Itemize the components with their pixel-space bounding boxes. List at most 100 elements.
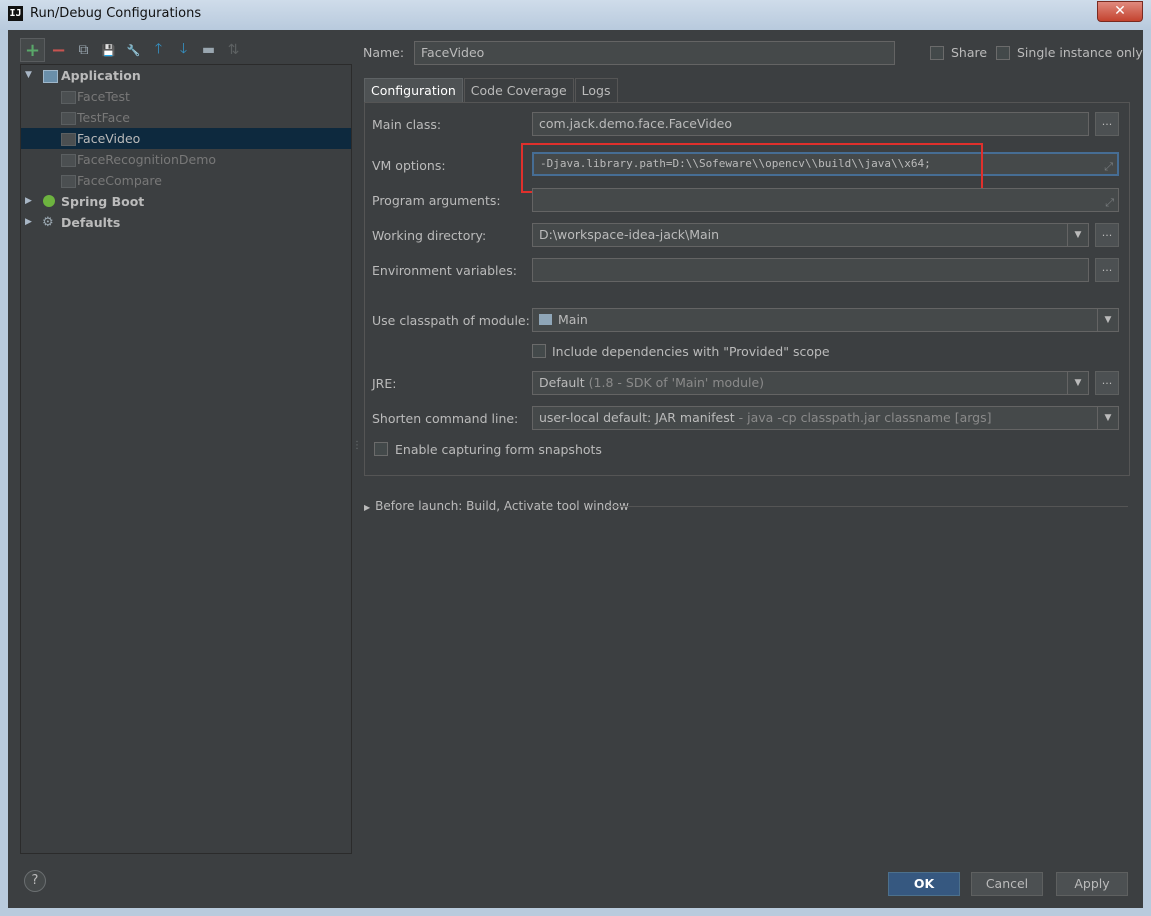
tab-configuration[interactable]: Configuration — [364, 78, 463, 103]
tree-node-label: Defaults — [61, 215, 121, 230]
jre-browse-button[interactable]: ... — [1095, 371, 1119, 395]
tree-node-defaults[interactable]: ▶ ⚙ Defaults — [21, 212, 351, 233]
tab-logs[interactable]: Logs — [574, 78, 618, 103]
program-arguments-field[interactable]: ⤢ — [532, 188, 1119, 212]
name-label: Name: — [363, 45, 405, 60]
sort-icon[interactable]: ⇅ — [222, 39, 245, 61]
shorten-command-line-label: Shorten command line: — [372, 411, 519, 426]
window-frame-left — [0, 30, 8, 916]
config-tabs: Configuration Code Coverage Logs — [364, 78, 619, 103]
jre-value: Default — [539, 375, 585, 390]
title-bar: IJ Run/Debug Configurations ✕ — [0, 0, 1151, 30]
jre-dropdown[interactable]: Default (1.8 - SDK of 'Main' module) ▼ — [532, 371, 1089, 395]
chevron-down-icon[interactable]: ▼ — [1067, 224, 1088, 246]
program-arguments-label: Program arguments: — [372, 193, 501, 208]
tree-item-facerecognitiondemo[interactable]: FaceRecognitionDemo — [21, 149, 351, 170]
tree-item-facetest[interactable]: FaceTest — [21, 86, 351, 107]
tree-node-label: Application — [61, 68, 141, 83]
tree-node-spring-boot[interactable]: ▶ Spring Boot — [21, 191, 351, 212]
shorten-command-line-value: user-local default: JAR manifest — [539, 410, 735, 425]
jre-hint: (1.8 - SDK of 'Main' module) — [588, 375, 765, 390]
tree-item-label: FaceCompare — [77, 173, 162, 188]
apply-button[interactable]: Apply — [1056, 872, 1128, 896]
environment-variables-browse-button[interactable]: ... — [1095, 258, 1119, 282]
add-icon[interactable]: + — [20, 38, 45, 62]
folder-icon[interactable]: ▬ — [197, 39, 220, 61]
config-icon — [61, 154, 76, 167]
window-frame-bottom — [0, 908, 1151, 916]
tree-item-facecompare[interactable]: FaceCompare — [21, 170, 351, 191]
cancel-button[interactable]: Cancel — [971, 872, 1043, 896]
shorten-command-line-hint: - java -cp classpath.jar classname [args… — [734, 410, 992, 425]
collapsed-arrow-icon[interactable]: ▶ — [364, 503, 370, 512]
include-provided-label: Include dependencies with "Provided" sco… — [552, 344, 830, 359]
vm-options-label: VM options: — [372, 158, 446, 173]
tree-item-facevideo[interactable]: FaceVideo — [21, 128, 351, 149]
ok-button[interactable]: OK — [888, 872, 960, 896]
help-button[interactable]: ? — [24, 870, 46, 892]
working-directory-label: Working directory: — [372, 228, 487, 243]
copy-icon[interactable]: ⧉ — [72, 39, 95, 61]
window-close-button[interactable]: ✕ — [1097, 1, 1143, 22]
tree-node-application[interactable]: ▼ Application — [21, 65, 351, 86]
tree-item-testface[interactable]: TestFace — [21, 107, 351, 128]
shorten-command-line-dropdown[interactable]: user-local default: JAR manifest - java … — [532, 406, 1119, 430]
tree-item-label: TestFace — [77, 110, 130, 125]
tree-node-label: Spring Boot — [61, 194, 145, 209]
single-instance-checkbox[interactable] — [996, 46, 1010, 60]
name-field[interactable]: FaceVideo — [414, 41, 895, 65]
config-icon — [61, 112, 76, 125]
main-class-field[interactable]: com.jack.demo.face.FaceVideo — [532, 112, 1089, 136]
config-icon — [61, 91, 76, 104]
main-class-browse-button[interactable]: ... — [1095, 112, 1119, 136]
classpath-module-label: Use classpath of module: — [372, 313, 530, 328]
wrench-icon[interactable]: 🔧 — [122, 39, 145, 61]
before-launch-label: Before launch: Build, Activate tool wind… — [375, 499, 629, 513]
intellij-app-icon: IJ — [8, 6, 23, 21]
collapsed-arrow-icon[interactable]: ▶ — [25, 212, 32, 233]
application-icon — [43, 70, 58, 83]
window-frame-right — [1143, 30, 1151, 916]
jre-label: JRE: — [372, 376, 397, 391]
collapsed-arrow-icon[interactable]: ▶ — [25, 191, 32, 212]
chevron-down-icon[interactable]: ▼ — [1097, 309, 1118, 331]
capture-snapshots-label: Enable capturing form snapshots — [395, 442, 602, 457]
capture-snapshots-checkbox[interactable] — [374, 442, 388, 456]
save-icon[interactable]: 💾 — [97, 39, 120, 61]
working-directory-dropdown[interactable]: D:\workspace-idea-jack\Main ▼ — [532, 223, 1089, 247]
share-checkbox[interactable] — [930, 46, 944, 60]
single-instance-label: Single instance only — [1017, 45, 1143, 60]
classpath-module-value: Main — [558, 312, 588, 327]
working-directory-browse-button[interactable]: ... — [1095, 223, 1119, 247]
divider — [606, 506, 1128, 507]
classpath-module-dropdown[interactable]: Main ▼ — [532, 308, 1119, 332]
tree-item-label: FaceRecognitionDemo — [77, 152, 217, 167]
remove-icon[interactable]: − — [47, 39, 70, 61]
tab-code-coverage[interactable]: Code Coverage — [463, 78, 574, 103]
chevron-down-icon[interactable]: ▼ — [1097, 407, 1118, 429]
config-icon — [61, 133, 76, 146]
chevron-down-icon[interactable]: ▼ — [1067, 372, 1088, 394]
share-label: Share — [951, 45, 988, 60]
annotation-highlight-box — [521, 143, 983, 193]
before-launch-section[interactable]: ▶ Before launch: Build, Activate tool win… — [364, 499, 629, 513]
config-icon — [61, 175, 76, 188]
window-title: Run/Debug Configurations — [30, 6, 202, 21]
spring-leaf-icon — [43, 195, 55, 207]
main-class-label: Main class: — [372, 117, 442, 132]
splitter-handle[interactable]: ⋮ — [352, 440, 362, 451]
tree-item-label: FaceVideo — [77, 131, 141, 146]
configuration-tree[interactable]: ▼ Application FaceTest TestFace FaceVide… — [20, 64, 352, 854]
move-down-icon[interactable]: 🡓 — [172, 39, 195, 61]
expand-icon[interactable]: ⤢ — [1105, 192, 1114, 211]
working-directory-value: D:\workspace-idea-jack\Main — [539, 227, 720, 242]
dialog-content: + − ⧉ 💾 🔧 🡑 🡓 ▬ ⇅ ▼ Application FaceTest… — [8, 30, 1143, 908]
move-up-icon[interactable]: 🡑 — [147, 39, 170, 61]
defaults-wrench-icon: ⚙ — [42, 215, 54, 230]
expanded-arrow-icon[interactable]: ▼ — [25, 65, 32, 86]
module-folder-icon — [539, 314, 552, 325]
tree-item-label: FaceTest — [77, 89, 130, 104]
include-provided-checkbox[interactable] — [532, 344, 546, 358]
environment-variables-field[interactable] — [532, 258, 1089, 282]
expand-icon[interactable]: ⤢ — [1104, 157, 1113, 174]
